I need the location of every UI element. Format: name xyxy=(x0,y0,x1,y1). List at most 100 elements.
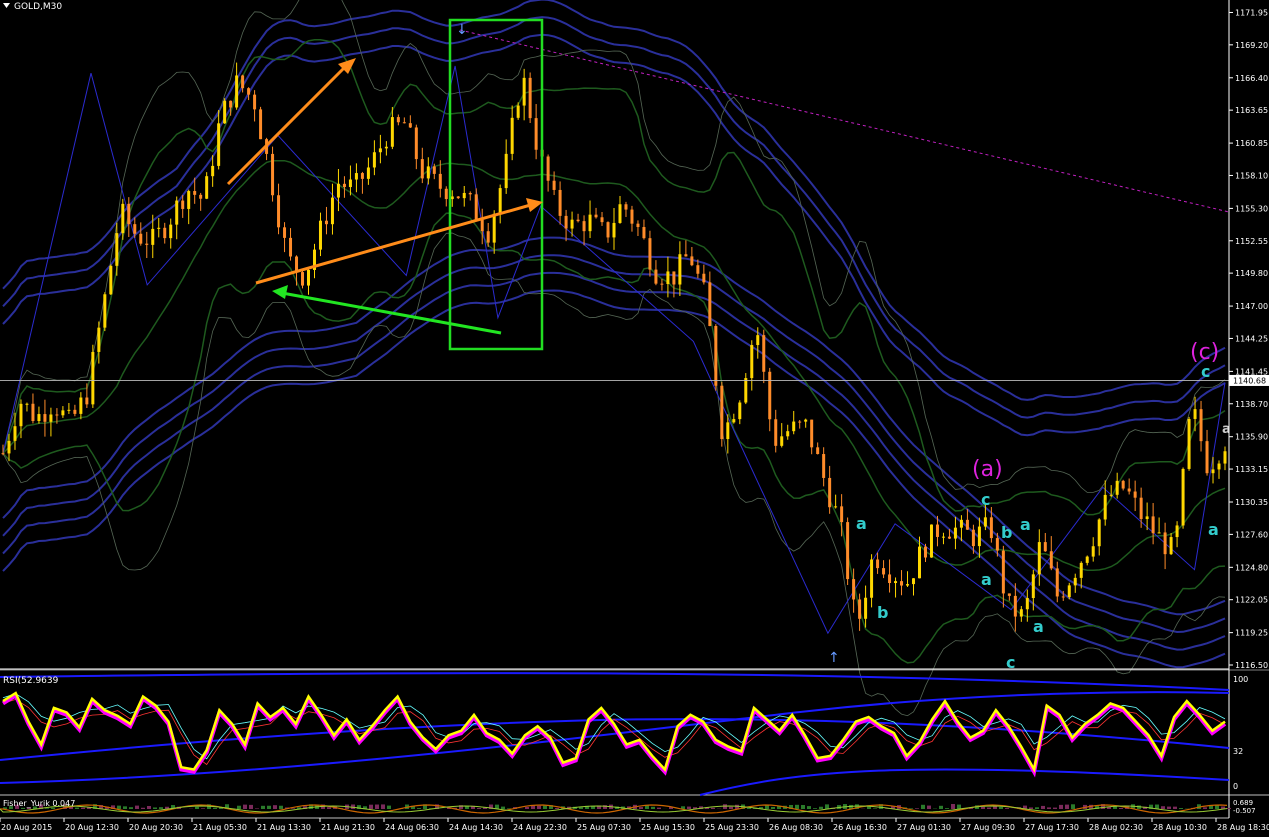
candle-body xyxy=(672,271,675,284)
fisher-histogram-bar xyxy=(981,807,985,809)
candle-body xyxy=(475,194,478,220)
fisher-tick-low: -0.507 xyxy=(1233,807,1256,815)
candle-body xyxy=(361,173,364,179)
fisher-histogram-bar xyxy=(1203,807,1207,809)
candle-body xyxy=(822,454,825,478)
fisher-histogram-bar xyxy=(657,808,661,809)
fisher-histogram-bar xyxy=(237,806,241,809)
candle-body xyxy=(241,75,244,88)
candle-body xyxy=(864,598,867,619)
fisher-histogram-bar xyxy=(771,807,775,809)
fisher-histogram-bar xyxy=(813,808,817,809)
candle-body xyxy=(966,520,969,530)
fisher-histogram-bar xyxy=(81,808,85,809)
fisher-histogram-bar xyxy=(21,808,25,809)
candle-body xyxy=(67,410,70,411)
candle-body xyxy=(247,88,250,94)
candle-body xyxy=(660,284,663,285)
candle-body xyxy=(457,196,460,198)
price-tick-label: 1122.05 xyxy=(1235,596,1268,605)
candle-body xyxy=(403,122,406,123)
candle-body xyxy=(642,227,645,238)
price-tick-label: 1133.15 xyxy=(1235,465,1268,474)
time-tick-label: 26 Aug 08:30 xyxy=(769,823,823,832)
candle-body xyxy=(1068,585,1071,597)
candle-body xyxy=(229,101,232,108)
candle-body xyxy=(37,414,40,421)
candle-body xyxy=(1140,498,1143,519)
fisher-histogram-bar xyxy=(123,806,127,809)
candle-body xyxy=(948,537,951,539)
candle-body xyxy=(690,256,693,265)
candle-body xyxy=(708,282,711,326)
wave-label-minor: a xyxy=(1208,520,1219,539)
candle-body xyxy=(888,574,891,583)
candle-body xyxy=(529,78,532,118)
candle-body xyxy=(43,414,46,422)
candle-body xyxy=(121,204,124,233)
candle-body xyxy=(559,190,562,216)
candle-body xyxy=(427,166,430,178)
time-tick-label: 27 Aug 17:30 xyxy=(1025,823,1079,832)
candle-body xyxy=(1170,537,1173,554)
fisher-histogram-bar xyxy=(999,807,1003,809)
candle-body xyxy=(553,181,556,190)
fisher-histogram-bar xyxy=(1161,806,1165,809)
fisher-histogram-bar xyxy=(147,806,151,809)
candle-body xyxy=(1224,451,1227,463)
candle-body xyxy=(942,537,945,538)
fisher-histogram-bar xyxy=(543,806,547,809)
price-tick-label: 1138.70 xyxy=(1235,400,1268,409)
candle-body xyxy=(133,224,136,234)
fisher-histogram-bar xyxy=(213,808,217,809)
candle-body xyxy=(325,221,328,224)
fisher-histogram-bar xyxy=(921,805,925,809)
candle-body xyxy=(439,174,442,189)
fisher-histogram-bar xyxy=(915,808,919,809)
fisher-histogram-bar xyxy=(255,808,259,809)
time-tick-label: 25 Aug 15:30 xyxy=(641,823,695,832)
fisher-histogram-bar xyxy=(381,804,385,809)
candle-body xyxy=(535,118,538,150)
candle-body xyxy=(277,195,280,227)
fisher-histogram-bar xyxy=(987,808,991,809)
candle-body xyxy=(1188,419,1191,469)
fisher-histogram-bar xyxy=(1053,808,1057,809)
candle-body xyxy=(636,224,639,227)
candle-body xyxy=(936,525,939,537)
candle-body xyxy=(1212,469,1215,473)
fisher-histogram-bar xyxy=(249,805,253,809)
candle-body xyxy=(858,599,861,618)
time-tick-label: 21 Aug 21:30 xyxy=(321,823,375,832)
fisher-histogram-bar xyxy=(1179,808,1183,809)
candle-body xyxy=(1038,542,1041,574)
candle-body xyxy=(391,117,394,147)
candle-body xyxy=(1044,542,1047,551)
price-chart-canvas[interactable]: ↓ ↑ (a) (c) a b c a b a c a c a a GOLD,M… xyxy=(0,0,1269,833)
fisher-histogram-bar xyxy=(369,805,373,809)
chart-window[interactable]: ↓ ↑ (a) (c) a b c a b a c a c a a GOLD,M… xyxy=(0,0,1269,833)
fisher-histogram-bar xyxy=(525,807,529,809)
candle-body xyxy=(193,191,196,195)
candle-body xyxy=(1164,532,1167,554)
wave-label-minor: a xyxy=(856,514,867,533)
price-tick-label: 1116.50 xyxy=(1235,661,1268,670)
candle-body xyxy=(924,547,927,558)
fisher-histogram-bar xyxy=(1059,805,1063,809)
candle-body xyxy=(1062,596,1065,597)
fisher-histogram-bar xyxy=(195,807,199,809)
fisher-histogram-bar xyxy=(45,808,49,809)
candle-body xyxy=(19,404,22,426)
candle-body xyxy=(684,254,687,256)
fisher-histogram-bar xyxy=(375,805,379,809)
candle-body xyxy=(157,228,160,229)
candle-body xyxy=(217,123,220,166)
candle-body xyxy=(768,372,771,419)
candle-body xyxy=(930,525,933,558)
candle-body xyxy=(828,478,831,507)
candle-body xyxy=(786,431,789,436)
candle-body xyxy=(145,244,148,245)
candle-body xyxy=(253,95,256,110)
candle-body xyxy=(624,204,627,209)
fisher-histogram-bar xyxy=(927,806,931,809)
